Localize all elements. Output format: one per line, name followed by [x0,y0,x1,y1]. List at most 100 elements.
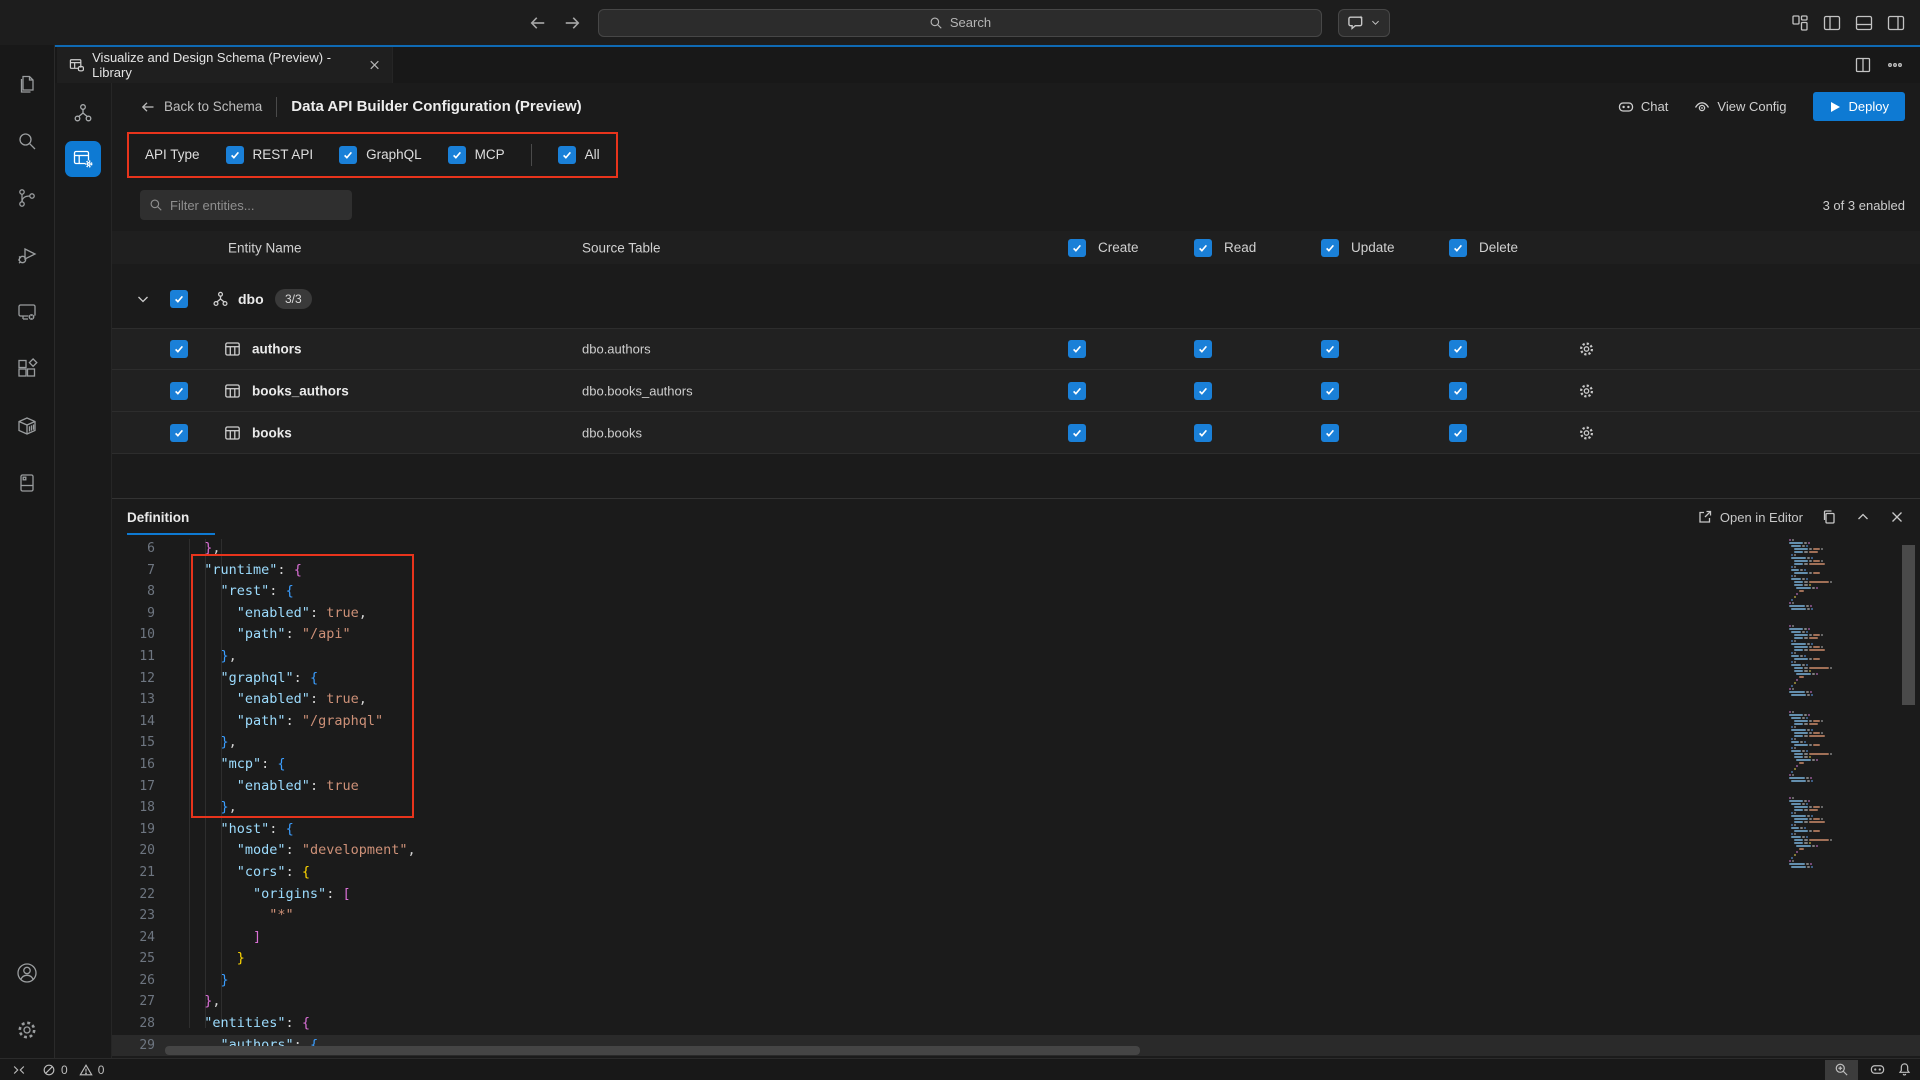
entity-table-row[interactable]: books dbo.books [112,412,1920,454]
entity-settings-gear-icon[interactable] [1578,424,1595,441]
copy-icon[interactable] [1821,509,1837,525]
entity-row-checkbox[interactable] [170,340,188,358]
rest-api-checkbox[interactable] [226,146,244,164]
deploy-button[interactable]: Deploy [1813,92,1905,121]
split-editor-icon[interactable] [1854,56,1872,74]
config-header: Back to Schema Data API Builder Configur… [112,83,1920,130]
command-center-search[interactable]: Search [598,9,1322,37]
crud-checkbox[interactable] [1068,340,1086,358]
code-line[interactable]: 25 } [112,948,1920,970]
crud-checkbox[interactable] [1194,382,1212,400]
crud-checkbox[interactable] [1449,424,1467,442]
code-line[interactable]: 17 "enabled": true [112,776,1920,798]
close-panel-icon[interactable] [1889,509,1905,525]
code-line[interactable]: 15 }, [112,732,1920,754]
code-line[interactable]: 24 ] [112,927,1920,949]
code-line[interactable]: 22 "origins": [ [112,884,1920,906]
code-editor[interactable]: 6 },7 "runtime": {8 "rest": {9 "enabled"… [112,535,1920,1058]
source-control-icon[interactable] [0,169,55,226]
code-line[interactable]: 26 } [112,970,1920,992]
chevron-down-icon[interactable] [135,291,151,307]
customize-layout-icon[interactable] [1790,13,1810,33]
definition-tab[interactable]: Definition [127,510,189,525]
copilot-chat-toggle-button[interactable] [1338,9,1390,37]
database-projects-icon[interactable] [0,454,55,511]
run-debug-icon[interactable] [0,226,55,283]
crud-checkbox[interactable] [1194,340,1212,358]
entity-row-checkbox[interactable] [170,424,188,442]
remote-explorer-icon[interactable] [0,283,55,340]
schema-view-icon[interactable] [65,95,101,131]
code-line[interactable]: 18 }, [112,797,1920,819]
crud-checkbox[interactable] [1449,382,1467,400]
remote-indicator-icon[interactable] [12,1063,26,1077]
code-line[interactable]: 11 }, [112,646,1920,668]
back-to-schema-button[interactable]: Back to Schema [140,99,262,115]
code-line[interactable]: 23 "*" [112,905,1920,927]
code-line[interactable]: 14 "path": "/graphql" [112,711,1920,733]
tab-close-icon[interactable] [367,57,382,73]
vertical-scrollbar[interactable] [1902,545,1915,705]
code-line[interactable]: 10 "path": "/api" [112,624,1920,646]
tab-visualize-design-schema[interactable]: Visualize and Design Schema (Preview) - … [57,47,393,83]
open-in-editor-button[interactable]: Open in Editor [1697,509,1803,525]
entity-settings-gear-icon[interactable] [1578,382,1595,399]
crud-checkbox[interactable] [1321,340,1339,358]
code-line[interactable]: 6 }, [112,538,1920,560]
forward-arrow-button[interactable] [562,13,582,33]
mcp-checkbox[interactable] [448,146,466,164]
zoom-status-button[interactable] [1825,1060,1858,1080]
entity-row-checkbox[interactable] [170,382,188,400]
code-line[interactable]: 20 "mode": "development", [112,840,1920,862]
code-line[interactable]: 12 "graphql": { [112,668,1920,690]
code-line[interactable]: 7 "runtime": { [112,560,1920,582]
view-config-button[interactable]: View Config [1694,99,1786,115]
toggle-primary-sidebar-icon[interactable] [1822,13,1842,33]
copilot-status-icon[interactable] [1870,1062,1885,1077]
entity-table-row[interactable]: books_authors dbo.books_authors [112,370,1920,412]
settings-gear-icon[interactable] [0,1001,55,1058]
code-line[interactable]: 21 "cors": { [112,862,1920,884]
api-type-row: API Type REST API GraphQL [112,130,1920,179]
code-line[interactable]: 9 "enabled": true, [112,603,1920,625]
chat-button[interactable]: Chat [1618,99,1668,115]
code-line[interactable]: 19 "host": { [112,819,1920,841]
code-line[interactable]: 28 "entities": { [112,1013,1920,1035]
toggle-secondary-sidebar-icon[interactable] [1886,13,1906,33]
code-line[interactable]: 16 "mcp": { [112,754,1920,776]
more-actions-icon[interactable] [1886,56,1904,74]
minimap[interactable] [1784,539,1870,1054]
problems-indicator[interactable]: 0 0 [42,1063,104,1077]
code-line[interactable]: 8 "rest": { [112,581,1920,603]
extensions-icon[interactable] [0,340,55,397]
collapse-panel-icon[interactable] [1855,509,1871,525]
update-all-checkbox[interactable] [1321,239,1339,257]
crud-checkbox[interactable] [1321,382,1339,400]
crud-checkbox[interactable] [1194,424,1212,442]
search-icon[interactable] [0,112,55,169]
account-icon[interactable] [0,944,55,1001]
read-all-checkbox[interactable] [1194,239,1212,257]
crud-checkbox[interactable] [1068,382,1086,400]
filter-entities-box[interactable] [140,190,352,220]
crud-checkbox[interactable] [1321,424,1339,442]
notifications-bell-icon[interactable] [1897,1062,1912,1077]
delete-all-checkbox[interactable] [1449,239,1467,257]
code-line[interactable]: 13 "enabled": true, [112,689,1920,711]
entity-settings-gear-icon[interactable] [1578,341,1595,358]
toggle-panel-icon[interactable] [1854,13,1874,33]
graphql-checkbox[interactable] [339,146,357,164]
crud-checkbox[interactable] [1068,424,1086,442]
explorer-icon[interactable] [0,55,55,112]
horizontal-scrollbar[interactable] [165,1046,1140,1055]
filter-entities-input[interactable] [170,198,343,213]
create-all-checkbox[interactable] [1068,239,1086,257]
group-checkbox[interactable] [170,290,188,308]
back-arrow-button[interactable] [528,13,548,33]
crud-checkbox[interactable] [1449,340,1467,358]
containers-icon[interactable] [0,397,55,454]
code-line[interactable]: 27 }, [112,991,1920,1013]
entity-table-row[interactable]: authors dbo.authors [112,328,1920,370]
dab-config-view-icon[interactable] [65,141,101,177]
all-checkbox[interactable] [558,146,576,164]
